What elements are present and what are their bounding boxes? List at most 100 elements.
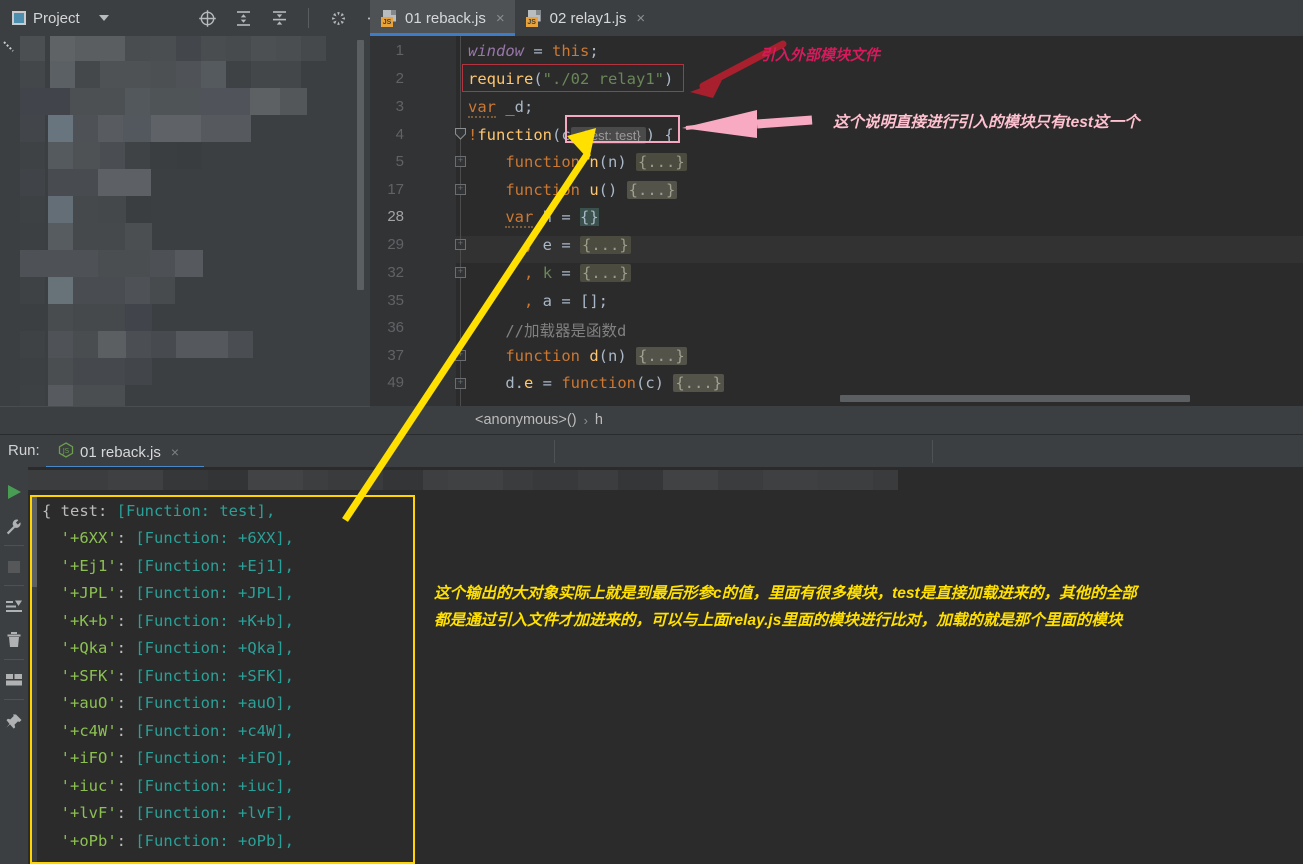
run-label: Run:	[8, 442, 40, 459]
fold-expand-icon[interactable]: +	[455, 267, 466, 278]
trash-icon[interactable]	[0, 625, 28, 655]
console-scrollbar-track[interactable]	[32, 497, 37, 862]
project-tool-button[interactable]: Project	[8, 6, 113, 30]
line-number: 3	[395, 98, 404, 115]
line-number: 49	[387, 374, 404, 391]
annotation-red-box	[462, 64, 684, 92]
console-value: [Function: +K+b],	[135, 612, 294, 630]
console-toolbar-blurred	[28, 467, 1303, 495]
line-number: 4	[395, 126, 404, 143]
fold-expand-icon[interactable]: +	[455, 156, 466, 167]
code-line-28: var h = {}	[505, 208, 599, 228]
code-line-35: , a = [];	[524, 292, 608, 310]
code-line-17: function u() {...}	[505, 181, 678, 199]
console-key: '+c4W'	[60, 722, 117, 740]
run-toolbar-divider	[932, 440, 933, 463]
console-line: '+Qka': [Function: +Qka],	[60, 639, 294, 657]
console-value: [Function: +lvF],	[135, 804, 294, 822]
run-tool-window-header: Run: JS 01 reback.js ×	[0, 434, 1303, 468]
console-line: '+lvF': [Function: +lvF],	[60, 804, 294, 822]
js-file-icon: JS	[381, 9, 398, 27]
panel-divider	[0, 406, 370, 435]
code-line-36: //加载器是函数d	[505, 322, 627, 340]
toolbar-divider	[4, 545, 24, 546]
annotation-yellow-note-line1: 这个输出的大对象实际上就是到最后形参c的值，里面有很多模块，test是直接加载进…	[434, 585, 1137, 602]
collapse-all-icon[interactable]	[268, 7, 290, 29]
console-line: '+oPb': [Function: +oPb],	[60, 832, 294, 850]
console-value: [Function: +oPb],	[135, 832, 294, 850]
project-scrollbar[interactable]	[357, 40, 364, 290]
console-line: '+SFK': [Function: +SFK],	[60, 667, 294, 685]
fold-expand-icon[interactable]: +	[455, 239, 466, 250]
wrench-icon[interactable]	[0, 512, 28, 542]
layout-icon[interactable]	[0, 665, 28, 695]
editor-gutter[interactable]: 1 2 3 4 5 17 28 29 32 35 36 37 49	[370, 36, 456, 406]
console-output-panel[interactable]: { test: [Function: test], '+6XX': [Funct…	[30, 495, 415, 864]
close-icon[interactable]: ×	[496, 10, 505, 27]
console-value: [Function: +JPL],	[135, 584, 294, 602]
toolbar-divider	[4, 585, 24, 586]
run-icon[interactable]	[0, 477, 28, 507]
console-value: [Function: +auO],	[135, 694, 294, 712]
toolbar-divider	[4, 699, 24, 700]
chevron-down-icon[interactable]	[98, 15, 109, 21]
expand-all-icon[interactable]	[232, 7, 254, 29]
annotation-pink-note: 这个说明直接进行引入的模块只有test这一个	[833, 114, 1140, 131]
console-value: [Function: +Ej1],	[135, 557, 294, 575]
fold-collapse-icon[interactable]	[454, 127, 467, 141]
code-line-32: , k = {...}	[524, 264, 631, 282]
toolbar-icon-group	[196, 6, 385, 30]
top-toolbar: Project JS 01 reback.js × JS 02 relay1.j…	[0, 0, 1303, 36]
export-icon[interactable]	[0, 592, 28, 622]
console-value: [Function: +c4W],	[135, 722, 294, 740]
console-line: '+K+b': [Function: +K+b],	[60, 612, 294, 630]
code-line-49: d.e = function(c) {...}	[468, 374, 724, 392]
console-key: '+Qka'	[60, 639, 117, 657]
console-line: '+6XX': [Function: +6XX],	[60, 529, 294, 547]
js-node-icon: JS	[58, 441, 74, 463]
line-number: 5	[395, 153, 404, 170]
svg-text:JS: JS	[62, 447, 70, 455]
tab-02-relay1-js[interactable]: JS 02 relay1.js ×	[515, 0, 655, 36]
close-icon[interactable]: ×	[171, 444, 179, 460]
fold-expand-icon[interactable]: +	[455, 378, 466, 389]
console-line: '+Ej1': [Function: +Ej1],	[60, 557, 294, 575]
console-value: [Function: +6XX],	[135, 529, 294, 547]
project-tree-panel[interactable]	[0, 36, 370, 406]
code-line-1: window = this;	[468, 42, 599, 60]
tab-01-reback-js[interactable]: JS 01 reback.js ×	[370, 0, 515, 36]
resize-cursor-icon	[3, 40, 15, 52]
console-line: { test: [Function: test],	[42, 502, 276, 520]
line-number: 35	[387, 292, 404, 309]
console-scrollbar-thumb[interactable]	[32, 497, 37, 587]
editor-tab-bar: JS 01 reback.js × JS 02 relay1.js ×	[370, 0, 655, 36]
project-label: Project	[33, 9, 80, 27]
run-tab-01-reback-js[interactable]: JS 01 reback.js ×	[58, 440, 179, 464]
console-key: '+Ej1'	[60, 557, 117, 575]
console-key: '+SFK'	[60, 667, 117, 685]
breadcrumb-item[interactable]: <anonymous>()	[475, 412, 577, 428]
pin-icon[interactable]	[0, 707, 28, 737]
fold-expand-icon[interactable]: +	[455, 350, 466, 361]
console-line: '+iuc': [Function: +iuc],	[60, 777, 294, 795]
breadcrumb-separator: ›	[583, 412, 588, 428]
breadcrumb-item[interactable]: h	[595, 412, 603, 428]
line-number: 1	[395, 42, 404, 59]
js-file-icon: JS	[525, 9, 543, 27]
console-key: '+auO'	[60, 694, 117, 712]
code-line-3: var _d;	[468, 98, 534, 118]
annotation-yellow-note-line2: 都是通过引入文件才加进来的，可以与上面relay.js里面的模块进行比对，加载的…	[434, 612, 1123, 629]
console-value: [Function: +Qka],	[135, 639, 294, 657]
settings-gear-icon[interactable]	[327, 7, 349, 29]
code-line-37: function d(n) {...}	[505, 347, 687, 365]
editor-horizontal-scrollbar[interactable]	[840, 395, 1190, 402]
close-icon[interactable]: ×	[636, 10, 645, 27]
locate-icon[interactable]	[196, 7, 218, 29]
annotation-red-note: 引入外部模块文件	[760, 47, 881, 64]
line-number: 36	[387, 319, 404, 336]
console-value: [Function: +iFO],	[135, 749, 294, 767]
tab-label: 01 reback.js	[405, 9, 486, 27]
console-line: '+JPL': [Function: +JPL],	[60, 584, 294, 602]
console-line: '+c4W': [Function: +c4W],	[60, 722, 294, 740]
fold-expand-icon[interactable]: +	[455, 184, 466, 195]
